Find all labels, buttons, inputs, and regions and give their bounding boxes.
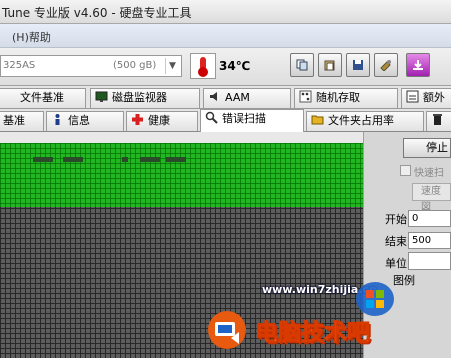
exit-button[interactable] [406, 53, 430, 77]
tab-label: 文件基准 [20, 91, 64, 104]
unit-label: 单位 [385, 257, 407, 270]
windows-logo-icon [356, 282, 394, 316]
chevron-down-icon[interactable]: ▼ [165, 58, 179, 74]
tab-folder-usage[interactable]: 文件夹占用率 [306, 111, 424, 131]
menu-help[interactable]: (H)帮助 [12, 29, 51, 45]
tab-label: 基准 [3, 114, 25, 127]
tools-icon [380, 60, 391, 71]
tab-health[interactable]: 健康 [126, 111, 198, 131]
stop-button[interactable]: 停止 [403, 138, 451, 158]
random-access-icon [299, 90, 312, 103]
tab-label: 磁盘监视器 [112, 91, 167, 104]
save-icon [353, 60, 363, 70]
damaged-block [63, 157, 83, 162]
window-title: Tune 专业版 v4.60 - 硬盘专业工具 [2, 6, 192, 20]
unit-select[interactable] [408, 252, 451, 270]
watermark-brand: 电脑技术吧 [255, 320, 371, 347]
tab-label: 额外 [423, 91, 445, 104]
magnifier-icon [205, 111, 218, 124]
trash-icon [433, 114, 442, 125]
folder-icon [311, 115, 324, 125]
copy-button[interactable] [290, 53, 314, 77]
extra-icon [406, 90, 419, 103]
health-icon [132, 114, 143, 125]
start-field[interactable]: 0 [408, 210, 451, 227]
tab-label: 错误扫描 [222, 112, 266, 125]
scanned-blocks [0, 143, 363, 207]
quick-scan-label: 快速扫 [414, 168, 444, 179]
tab-row-2: 基准 信息 健康 错误扫描 文件夹占用率 [0, 109, 451, 132]
tab-extra[interactable]: 额外 [401, 88, 451, 108]
title-bar: Tune 专业版 v4.60 - 硬盘专业工具 [0, 0, 451, 24]
damaged-block [166, 157, 186, 162]
menu-bar: (H)帮助 [0, 24, 451, 48]
thermometer-icon [190, 53, 216, 79]
legend-label: 图例 [393, 274, 415, 287]
drive-capacity: (500 gB) [113, 60, 157, 71]
damaged-block [122, 157, 128, 162]
tab-aam[interactable]: AAM [203, 88, 291, 108]
tab-benchmark[interactable]: 基准 [0, 111, 44, 131]
tab-label: 随机存取 [316, 91, 360, 104]
file-icon [3, 90, 16, 103]
paste-icon [324, 60, 335, 71]
paste-button[interactable] [318, 53, 342, 77]
brand-logo-icon [208, 311, 246, 349]
drive-model: 325AS [3, 60, 36, 71]
speaker-icon [210, 92, 217, 101]
tab-erase[interactable] [426, 111, 451, 131]
tab-row-1: 文件基准 磁盘监视器 AAM 随机存取 额外 [0, 86, 451, 109]
tools-button[interactable] [374, 53, 398, 77]
tab-label: 文件夹占用率 [328, 114, 394, 127]
info-icon [55, 114, 60, 125]
end-field[interactable]: 500 [408, 232, 451, 249]
damaged-block [140, 157, 160, 162]
tab-file-benchmark[interactable]: 文件基准 [0, 88, 86, 108]
tab-disk-monitor[interactable]: 磁盘监视器 [90, 88, 200, 108]
tab-label: AAM [225, 91, 250, 104]
drive-select[interactable]: 325AS (500 gB) ▼ [0, 55, 182, 77]
temperature-readout: 34℃ [219, 59, 251, 73]
save-button[interactable] [346, 53, 370, 77]
end-label: 结束 [385, 235, 407, 248]
speed-button[interactable]: 速度図 [412, 183, 451, 213]
exit-icon [413, 60, 423, 70]
quick-scan-checkbox[interactable] [400, 165, 411, 176]
tab-error-scan[interactable]: 错误扫描 [200, 109, 304, 132]
toolbar: 325AS (500 gB) ▼ 34℃ [0, 48, 451, 86]
monitor-icon [95, 91, 108, 102]
tab-label: 信息 [68, 114, 90, 127]
copy-icon [296, 59, 308, 71]
tab-random-access[interactable]: 随机存取 [294, 88, 398, 108]
tab-info[interactable]: 信息 [46, 111, 124, 131]
scan-header-strip [0, 132, 363, 143]
tab-label: 健康 [148, 114, 170, 127]
damaged-block [33, 157, 53, 162]
start-label: 开始 [385, 213, 407, 226]
